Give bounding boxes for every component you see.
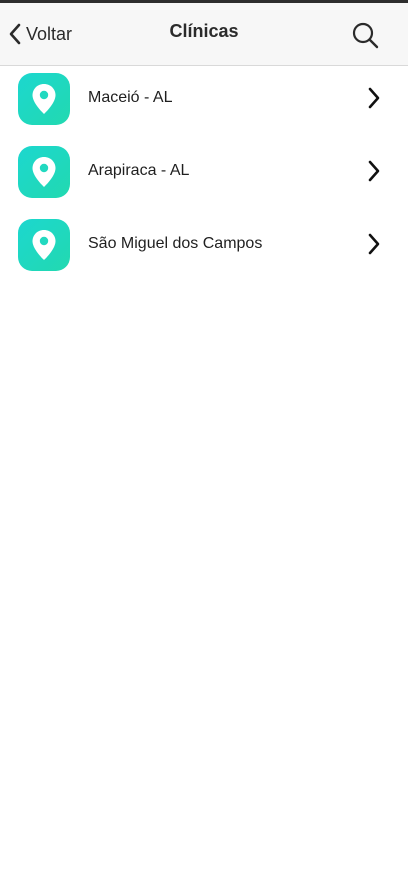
search-button[interactable] bbox=[350, 20, 382, 52]
map-pin-tile bbox=[18, 73, 70, 125]
chevron-right-icon bbox=[367, 86, 381, 115]
navigation-bar: Voltar Clínicas bbox=[0, 3, 408, 66]
clinic-item-maceio[interactable]: Maceió - AL bbox=[0, 66, 408, 139]
clinic-item-label: Maceió - AL bbox=[88, 89, 173, 106]
clinic-item-sao-miguel-dos-campos[interactable]: São Miguel dos Campos bbox=[0, 212, 408, 285]
search-icon bbox=[350, 22, 382, 56]
clinic-item-label: Arapiraca - AL bbox=[88, 162, 190, 179]
map-pin-tile bbox=[18, 146, 70, 198]
map-pin-tile bbox=[18, 219, 70, 271]
screen: Voltar Clínicas Maceió - AL Arapiraca - … bbox=[0, 0, 408, 883]
chevron-right-icon bbox=[367, 159, 381, 188]
clinic-list: Maceió - AL Arapiraca - AL São Miguel do… bbox=[0, 66, 408, 285]
chevron-right-icon bbox=[367, 232, 381, 261]
page-title: Clínicas bbox=[169, 21, 239, 41]
clinic-item-arapiraca[interactable]: Arapiraca - AL bbox=[0, 139, 408, 212]
clinic-item-label: São Miguel dos Campos bbox=[88, 235, 263, 252]
